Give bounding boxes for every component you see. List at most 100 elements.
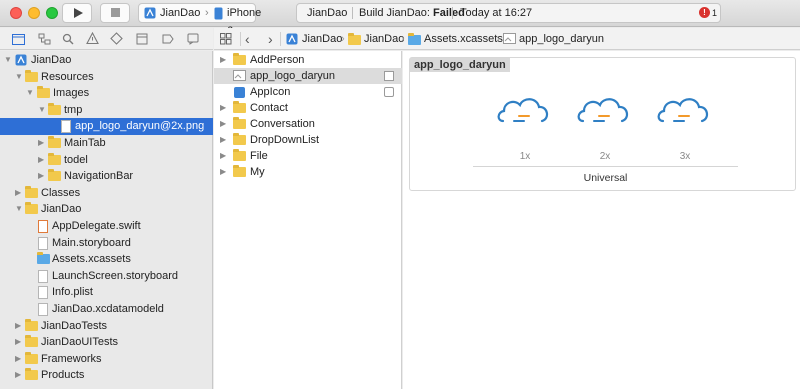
breadcrumb-item[interactable]: Assets.xcassets — [424, 28, 503, 50]
disclosure-closed-icon[interactable]: ▶ — [38, 139, 46, 147]
disclosure-closed-icon[interactable]: ▶ — [15, 371, 23, 379]
asset-appicon-item[interactable]: AppIcon — [214, 84, 402, 100]
tree-item-group[interactable]: ▶ JianDaoTests — [0, 318, 213, 335]
debug-navigator-icon[interactable] — [136, 33, 148, 45]
error-icon[interactable]: ! — [699, 7, 710, 18]
close-window-button[interactable] — [10, 7, 22, 19]
disclosure-closed-icon[interactable]: ▶ — [38, 172, 46, 180]
tree-item-file[interactable]: Info.plist — [0, 284, 213, 301]
tree-item-group[interactable]: ▶ NavigationBar — [0, 168, 213, 185]
disclosure-open-icon[interactable]: ▼ — [15, 205, 23, 213]
disclosure-open-icon[interactable]: ▼ — [38, 105, 46, 114]
error-count[interactable]: 1 — [712, 4, 717, 22]
disclosure-open-icon[interactable]: ▼ — [15, 72, 23, 81]
folder-icon — [48, 102, 61, 115]
symbol-navigator-icon[interactable] — [38, 33, 51, 45]
universal-label: Universal — [583, 172, 628, 184]
report-navigator-icon[interactable] — [187, 33, 199, 45]
disclosure-closed-icon[interactable]: ▶ — [220, 168, 228, 176]
tree-item-project[interactable]: ▼ JianDao — [0, 52, 213, 69]
breakpoint-navigator-icon[interactable] — [162, 33, 174, 45]
folder-icon — [48, 169, 61, 182]
slot-scale-label: 3x — [679, 151, 691, 162]
issue-navigator-icon[interactable] — [86, 32, 99, 45]
tree-item-group[interactable]: ▶ todel — [0, 152, 213, 169]
forward-arrow-icon[interactable]: › — [268, 28, 273, 50]
plist-file-icon — [38, 286, 48, 300]
asset-folder-item[interactable]: ▶ My — [214, 164, 402, 180]
breadcrumb-item[interactable]: JianDao — [302, 28, 342, 50]
asset-folder-item[interactable]: ▶ AddPerson — [214, 52, 402, 68]
test-navigator-icon[interactable] — [110, 32, 123, 45]
window-toolbar: JianDao › iPhone 6 JianDao Build JianDao… — [0, 0, 800, 37]
tree-item-group[interactable]: ▼ Images — [0, 85, 213, 102]
project-navigator-icon[interactable] — [12, 33, 25, 45]
tree-item-file[interactable]: JianDao.xcdatamodeld — [0, 301, 213, 318]
image-set-panel[interactable]: app_logo_daryun 1x 2x 3x Universal — [409, 57, 796, 191]
disclosure-closed-icon[interactable]: ▶ — [220, 136, 228, 144]
tree-item-group[interactable]: ▶ Frameworks — [0, 351, 213, 368]
tree-item-label: Classes — [41, 186, 81, 199]
tree-item-group[interactable]: ▶ MainTab — [0, 135, 213, 152]
asset-label: Conversation — [250, 118, 315, 130]
tree-item-group[interactable]: ▶ Classes — [0, 185, 213, 202]
minimize-window-button[interactable] — [28, 7, 40, 19]
tree-item-group[interactable]: ▼ JianDao — [0, 201, 213, 218]
disclosure-open-icon[interactable]: ▼ — [26, 89, 34, 97]
asset-folder-item[interactable]: ▶ Contact — [214, 100, 402, 116]
tree-item-file[interactable]: Assets.xcassets — [0, 251, 213, 268]
disclosure-closed-icon[interactable]: ▶ — [220, 56, 228, 64]
disclosure-closed-icon[interactable]: ▶ — [15, 188, 23, 197]
asset-imageset-item-selected[interactable]: app_logo_daryun — [214, 68, 402, 84]
divider — [240, 32, 241, 46]
disclosure-closed-icon[interactable]: ▶ — [15, 354, 23, 363]
zoom-window-button[interactable] — [46, 7, 58, 19]
folder-icon — [37, 86, 50, 99]
tree-item-file[interactable]: Main.storyboard — [0, 235, 213, 252]
tree-item-group[interactable]: ▶ Products — [0, 367, 213, 384]
folder-icon — [233, 117, 246, 129]
cloud-logo-icon — [577, 98, 629, 123]
tree-item-label: Info.plist — [52, 286, 93, 299]
app-icon-set-icon — [234, 87, 245, 98]
tree-item-label: JianDao — [41, 203, 82, 216]
stop-button[interactable] — [100, 3, 130, 23]
scheme-selector[interactable]: JianDao › iPhone 6 — [138, 3, 261, 37]
disclosure-closed-icon[interactable]: ▶ — [38, 155, 46, 164]
tree-item-group[interactable]: ▶ JianDaoUITests — [0, 334, 213, 351]
related-items-grid-icon[interactable] — [220, 33, 232, 45]
disclosure-closed-icon[interactable]: ▶ — [220, 104, 228, 112]
disclosure-closed-icon[interactable]: ▶ — [15, 321, 23, 330]
breadcrumb-item-current[interactable]: app_logo_daryun — [519, 28, 604, 50]
back-arrow-icon[interactable]: ‹ — [245, 28, 250, 50]
tree-item-label: Main.storyboard — [52, 236, 131, 249]
image-set-icon — [233, 70, 246, 81]
asset-folder-item[interactable]: ▶ DropDownList — [214, 132, 402, 148]
activity-divider — [352, 7, 353, 19]
run-button[interactable] — [62, 3, 92, 23]
search-icon[interactable] — [62, 33, 74, 45]
folder-icon — [348, 33, 361, 45]
disclosure-closed-icon[interactable]: ▶ — [220, 120, 228, 128]
tree-item-label: todel — [64, 153, 88, 166]
build-status-text: Build JianDao: Failed — [359, 4, 465, 22]
tree-item-group[interactable]: ▼ tmp — [0, 102, 213, 119]
asset-label: Contact — [250, 102, 288, 114]
cloud-logo-icon — [497, 98, 549, 123]
folder-icon — [233, 53, 246, 65]
image-slot-3x[interactable] — [655, 88, 715, 138]
folder-icon — [25, 69, 38, 82]
breadcrumb-item[interactable]: JianDao — [364, 28, 404, 50]
disclosure-open-icon[interactable]: ▼ — [4, 56, 12, 64]
tree-item-group[interactable]: ▼ Resources — [0, 69, 213, 86]
tree-item-file-selected[interactable]: app_logo_daryun@2x.png — [0, 118, 213, 135]
disclosure-closed-icon[interactable]: ▶ — [15, 338, 23, 346]
tree-item-file[interactable]: AppDelegate.swift — [0, 218, 213, 235]
slot-scale-label: 2x — [599, 151, 611, 162]
disclosure-closed-icon[interactable]: ▶ — [220, 152, 228, 160]
tree-item-file[interactable]: LaunchScreen.storyboard — [0, 268, 213, 285]
asset-folder-item[interactable]: ▶ Conversation — [214, 116, 402, 132]
image-slot-1x[interactable] — [495, 88, 555, 138]
image-slot-2x[interactable] — [575, 88, 635, 138]
asset-folder-item[interactable]: ▶ File — [214, 148, 402, 164]
